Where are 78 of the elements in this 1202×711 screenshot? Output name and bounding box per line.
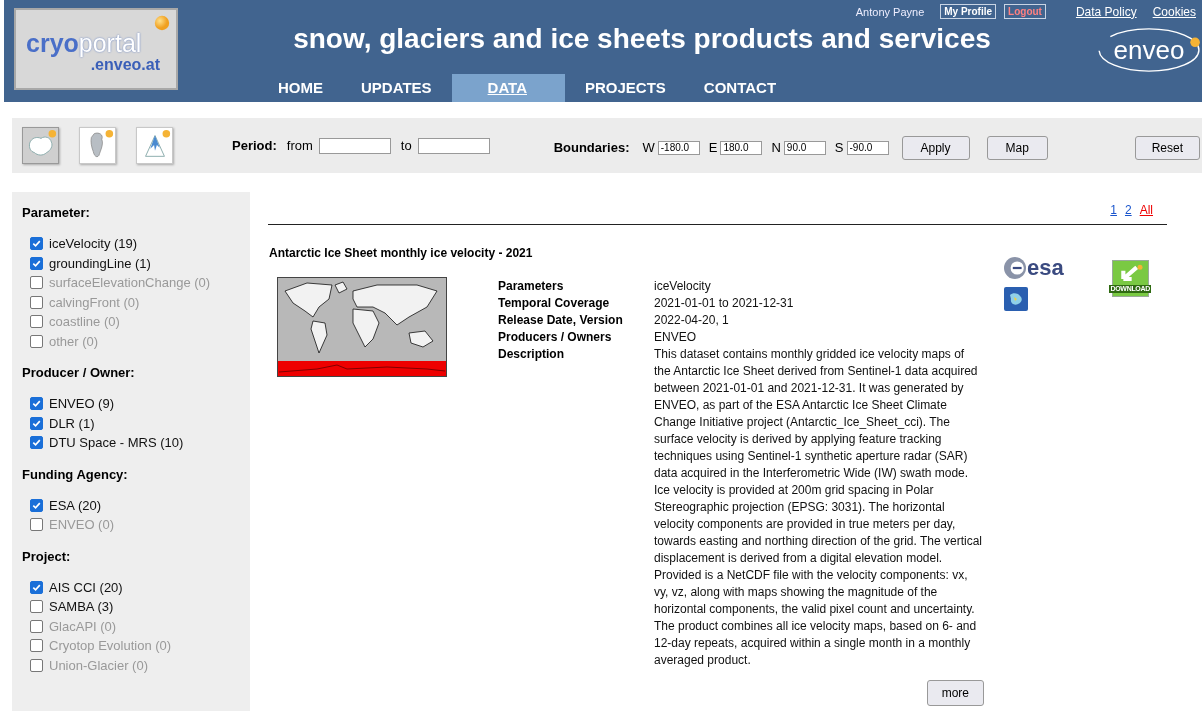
boundaries-label: Boundaries: — [553, 140, 630, 155]
checkbox-label: GlacAPI (0) — [49, 618, 117, 634]
toolbar-button[interactable]: Map — [986, 135, 1048, 160]
coordinate-label: S — [834, 140, 844, 155]
detail-value: 2022-04-20, 1 — [654, 312, 730, 329]
sun-icon — [154, 15, 170, 31]
coordinate-field[interactable]: -180.0 — [657, 140, 700, 155]
checkbox-label: coastline (0) — [49, 314, 120, 329]
checkbox-label: ENVEO (0) — [49, 517, 114, 532]
page-link[interactable]: 1 — [1110, 203, 1117, 217]
logo-domain: .enveo.at — [90, 56, 160, 74]
checkbox[interactable] — [30, 580, 43, 594]
checkbox[interactable] — [30, 237, 43, 250]
checkbox-label: calvingFront (0) — [49, 294, 140, 310]
checkbox[interactable] — [30, 397, 43, 410]
to-date-field[interactable] — [417, 137, 490, 154]
checkbox-label: DLR (1) — [49, 415, 95, 431]
checkbox-label: iceVelocity (19) — [49, 236, 138, 251]
checkbox-label: SAMBA (3) — [49, 599, 114, 614]
detail-value: 2021-01-01 to 2021-12-31 — [654, 295, 795, 312]
header-link[interactable]: Data Policy — [1075, 4, 1137, 19]
page-link[interactable]: 2 — [1124, 203, 1132, 217]
checkbox-label: groundingLine (1) — [49, 255, 151, 271]
filter-heading: Funding Agency: — [22, 466, 129, 482]
detail-label: Parameters — [498, 278, 565, 295]
coordinate-label: N — [771, 140, 781, 155]
toolbar-button[interactable]: Apply — [901, 135, 970, 160]
checkbox[interactable] — [30, 600, 43, 613]
profile-link[interactable]: My Profile — [940, 4, 997, 19]
region-button[interactable] — [22, 127, 59, 164]
checkbox-label: Cryotop Evolution (0) — [49, 638, 172, 653]
page-link[interactable]: All — [1139, 203, 1153, 217]
coordinate-label: W — [642, 140, 655, 155]
filter-heading: Project: — [22, 548, 72, 564]
coordinate-field[interactable]: 180.0 — [720, 140, 763, 155]
logo-text: cryo — [26, 30, 79, 56]
detail-value: iceVelocity — [654, 278, 712, 295]
checkbox-label: ENVEO (9) — [49, 396, 114, 411]
user-name: Antony Payne — [855, 5, 925, 18]
checkbox-label: Union-Glacier (0) — [49, 657, 148, 673]
checkbox-label: AIS CCI (20) — [49, 579, 123, 595]
enveo-logo: enveo — [1096, 26, 1202, 74]
coordinate-field[interactable]: -90.0 — [846, 140, 889, 155]
detail-value: This dataset contains monthly gridded ice velocity maps of the Antarctic Ice Sheet derived from Sentinel-1 data acquired between 2021-01-01 and 2021-12-31. It was generated by ENVEO, as part of the ESA Antarctic Ice Sheet Climate Change Initiative project (Antarctic_Ice_Sheet_cci). The surface velocity is derived by applying feature tracking techniques using Sentinel-1 synthetic aperture radar (SAR) data acquired in the Interferometric Wide (IW) swath mode. Ice velocity is provided at 200m grid spacing in Polar Stereographic projection (EPSG: 3031). The horizontal velocity components are provided in true meters per day, towards easting and northing direction of the grid. The vertical displacement is derived from a digital elevation model. Provided is a NetCDF file with the velocity components: vx, vy, vz, along with maps showing the magnitude of the horizontal components, the valid pixel count and uncertainty. The product combines all ice velocity maps, based on 6- and 12-day repeats, acquired within a single month in a monthly averaged product. — [654, 346, 983, 669]
checkbox[interactable] — [30, 436, 43, 449]
site-title: snow, glaciers and ice sheets products and services — [292, 22, 992, 56]
nav-tab[interactable]: PROJECTS — [567, 74, 684, 102]
nav-tab[interactable]: UPDATES — [343, 74, 450, 102]
header-link[interactable]: Cookies — [1152, 4, 1196, 19]
dataset-title: Antarctic Ice Sheet monthly ice velocity - 2021 — [269, 246, 534, 260]
detail-label: Temporal Coverage — [498, 295, 611, 312]
checkbox[interactable] — [30, 256, 43, 270]
antarctica-thumbnail-icon — [1004, 287, 1028, 311]
detail-value: ENVEO — [654, 329, 697, 346]
detail-label: Producers / Owners — [498, 329, 613, 346]
detail-label: Description — [498, 346, 565, 363]
region-button[interactable] — [79, 127, 116, 164]
checkbox-label: DTU Space - MRS (10) — [49, 435, 184, 450]
checkbox-label: surfaceElevationChange (0) — [49, 275, 211, 290]
checkbox-label: ESA (20) — [49, 497, 102, 513]
from-label: from — [286, 138, 313, 153]
filter-heading: Parameter: — [22, 205, 91, 220]
more-button[interactable]: more — [926, 680, 984, 706]
nav-tab[interactable]: HOME — [260, 74, 341, 102]
reset-button[interactable]: Reset — [1134, 135, 1200, 160]
checkbox[interactable] — [30, 416, 43, 430]
detail-label: Release Date, Version — [498, 312, 624, 329]
to-label: to — [400, 138, 412, 153]
from-date-field[interactable] — [318, 137, 391, 154]
checkbox[interactable] — [30, 498, 43, 512]
coordinate-field[interactable]: 90.0 — [783, 140, 826, 155]
region-button[interactable] — [136, 127, 173, 164]
filter-heading: Producer / Owner: — [22, 365, 136, 380]
period-label: Period: — [232, 138, 277, 153]
nav-tab[interactable]: CONTACT — [685, 74, 795, 102]
coordinate-label: E — [708, 140, 718, 155]
esa-logo: esa — [1004, 257, 1064, 279]
checkbox-label: other (0) — [49, 333, 99, 349]
